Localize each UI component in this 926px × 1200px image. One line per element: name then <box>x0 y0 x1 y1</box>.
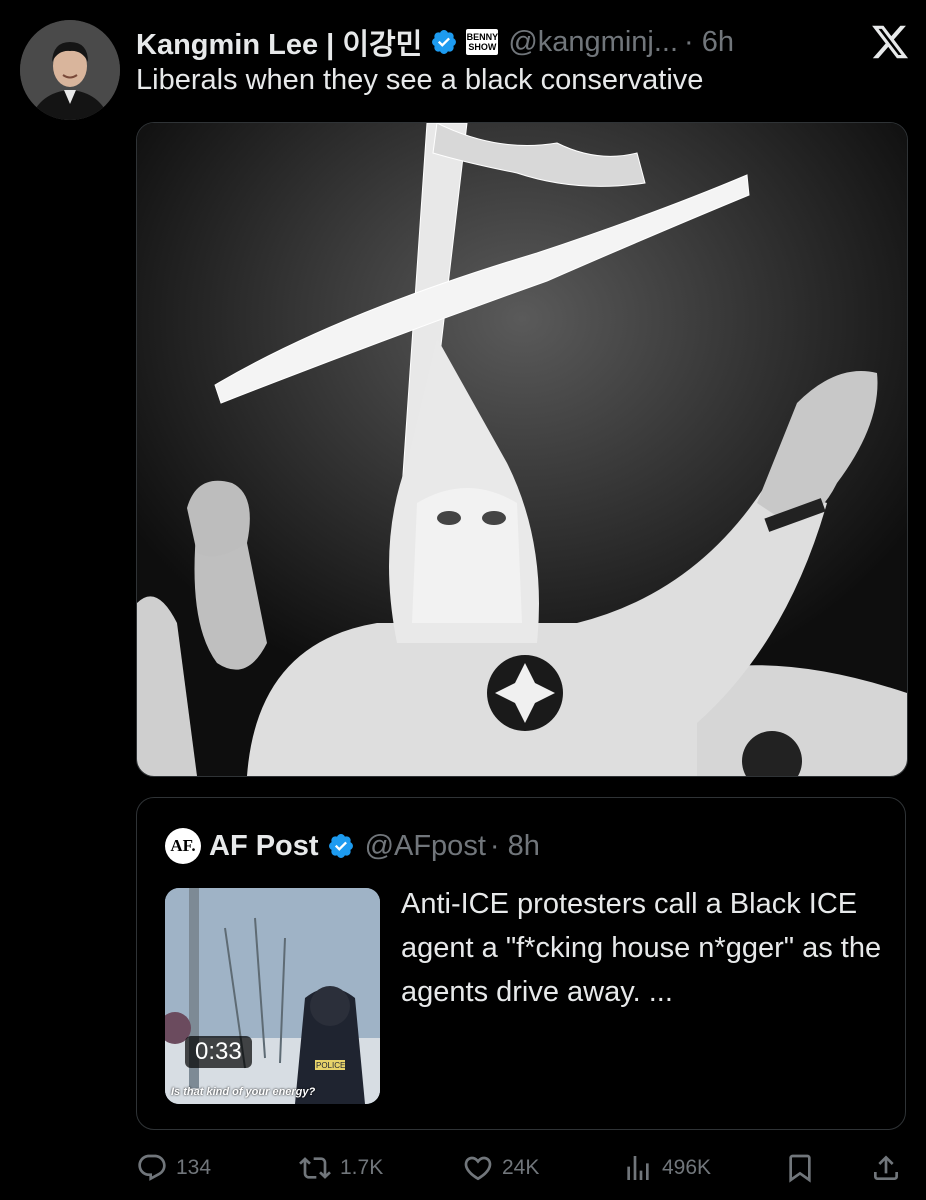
like-count: 24K <box>502 1156 540 1179</box>
bookmark-button[interactable] <box>784 1152 816 1184</box>
reply-icon <box>138 1154 166 1181</box>
repost-icon <box>299 1157 331 1179</box>
vest-label: POLICE <box>316 1061 345 1070</box>
views-button[interactable]: 496K <box>622 1152 711 1184</box>
tweet-text: Liberals when they see a black conservat… <box>136 64 704 96</box>
verified-badge-icon <box>430 28 458 56</box>
bookmark-icon <box>789 1154 811 1183</box>
tweet-header: Kangmin Lee | 이강민 BENNY SHOW @kangminj..… <box>136 22 906 62</box>
video-still: POLICE <box>165 888 380 1104</box>
heart-icon <box>464 1156 492 1181</box>
author-avatar[interactable] <box>20 20 120 120</box>
tweet-action-bar: 134 1.7K 24K 496K <box>0 1152 926 1188</box>
repost-count: 1.7K <box>340 1156 384 1179</box>
repost-button[interactable]: 1.7K <box>298 1152 383 1184</box>
avatar-photo <box>20 20 120 120</box>
video-duration: 0:33 <box>185 1036 252 1068</box>
author-name[interactable]: Kangmin Lee | 이강민 <box>136 21 422 63</box>
quoted-tweet-header: AF. AF Post @AFpost · 8h <box>165 828 540 864</box>
share-button[interactable] <box>870 1152 902 1184</box>
view-count: 496K <box>662 1156 712 1179</box>
quoted-tweet[interactable]: AF. AF Post @AFpost · 8h POLICE 0:33 Is … <box>136 797 906 1130</box>
quoted-tweet-time[interactable]: · 8h <box>490 830 540 863</box>
affiliate-badge-line1: BENNY <box>466 32 499 42</box>
quoted-author-name[interactable]: AF Post <box>209 830 319 863</box>
tweet-media-image[interactable] <box>136 122 908 777</box>
quoted-verified-badge-icon <box>327 832 355 860</box>
quoted-video-thumbnail[interactable]: POLICE 0:33 Is that kind of your energy? <box>165 888 380 1104</box>
like-button[interactable]: 24K <box>462 1152 539 1184</box>
quoted-author-handle[interactable]: @AFpost <box>365 830 486 863</box>
quoted-author-avatar[interactable]: AF. <box>165 828 201 864</box>
author-handle[interactable]: @kangminj... <box>508 26 678 59</box>
affiliate-badge-icon[interactable]: BENNY SHOW <box>466 29 499 55</box>
tweet-time[interactable]: · 6h <box>684 26 734 59</box>
share-icon <box>874 1155 898 1180</box>
video-caption: Is that kind of your energy? <box>171 1086 316 1098</box>
analytics-icon <box>627 1156 649 1180</box>
quoted-tweet-text: Anti-ICE protesters call a Black ICE age… <box>401 888 882 1008</box>
photo-robed-figures <box>137 123 907 776</box>
reply-button[interactable]: 134 <box>136 1152 211 1184</box>
x-logo-icon[interactable] <box>868 22 912 67</box>
affiliate-badge-line2: SHOW <box>468 42 497 52</box>
reply-count: 134 <box>176 1156 212 1179</box>
